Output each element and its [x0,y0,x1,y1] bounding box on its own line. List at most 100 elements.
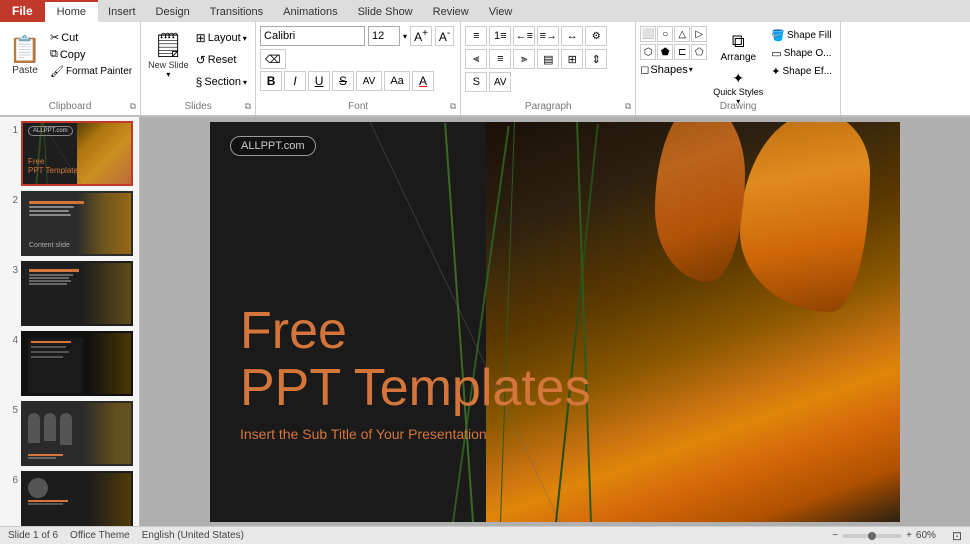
shape-thumb-4[interactable]: ▷ [691,26,707,42]
zoom-out-icon[interactable]: − [832,530,838,541]
tab-transitions[interactable]: Transitions [200,2,273,22]
font-size-input[interactable] [368,26,400,46]
slide-number-6: 6 [4,471,18,486]
text-shadow-button[interactable]: S [465,72,487,92]
decrease-font-size-button[interactable]: A- [435,26,454,46]
shape-thumb-6[interactable]: ⬟ [657,44,673,60]
slide-subtitle: Insert the Sub Title of Your Presentatio… [240,426,591,442]
slides-expand-icon[interactable]: ⧉ [245,101,251,112]
text-direction-button[interactable]: ↔ [561,26,583,46]
zoom-slider[interactable] [842,534,902,538]
tab-slideshow[interactable]: Slide Show [348,2,423,22]
theme-info: Office Theme [70,530,130,541]
copy-icon: ⧉ [50,48,58,61]
font-color-button[interactable]: A [412,71,434,91]
char-spacing-btn2[interactable]: AV [489,72,511,92]
line-spacing-button[interactable]: ⇕ [585,49,607,69]
italic-button[interactable]: I [284,71,306,91]
align-left-button[interactable]: ⫷ [465,49,487,69]
column-button[interactable]: ⊞ [561,49,583,69]
shapes-label-btn[interactable]: ◻ Shapes ▾ [640,63,692,76]
shape-outline-icon: ▭ [771,47,781,60]
align-center-button[interactable]: ≡ [489,49,511,69]
paste-icon: 📋 [9,34,41,65]
status-bar: Slide 1 of 6 Office Theme English (Unite… [0,526,970,544]
slide-thumbnail-5[interactable]: 5 [0,401,139,466]
slide-thumbnail-4[interactable]: 4 [0,331,139,396]
cut-button[interactable]: ✂ Cut [48,30,134,45]
shape-thumb-3[interactable]: △ [674,26,690,42]
font-group-label: Font [256,101,460,112]
allppt-badge: ALLPPT.com [230,136,316,156]
paste-button[interactable]: 📋 Paste [4,26,46,84]
format-painter-icon: 🖌 [50,65,64,78]
zoom-in-icon[interactable]: + [906,530,912,541]
main-slide[interactable]: ALLPPT.com Free PPT Templates Insert the… [210,122,900,522]
reset-button[interactable]: ↺ Reset [194,50,249,70]
slide-number-4: 4 [4,331,18,346]
tab-review[interactable]: Review [423,2,479,22]
zoom-controls[interactable]: − + 60% [832,530,936,541]
font-expand-icon[interactable]: ⧉ [450,101,456,112]
clear-format-button[interactable]: ⌫ [260,49,286,69]
increase-indent-button[interactable]: ≡→ [537,26,559,46]
paragraph-expand-icon[interactable]: ⧉ [625,101,631,112]
convert-to-smartart-button[interactable]: ⚙ [585,26,607,46]
quick-styles-icon: ✦ [732,70,744,87]
bullets-button[interactable]: ≡ [465,26,487,46]
slide-thumbnail-1[interactable]: 1 ALLPPT.com FreePPT Templates [0,121,139,186]
paste-label: Paste [12,65,38,76]
shape-thumb-5[interactable]: ⬡ [640,44,656,60]
tab-animations[interactable]: Animations [273,2,347,22]
drawing-group: ⬜ ○ △ ▷ ⬡ ⬟ ⊏ ⬠ ◻ Shapes ▾ [636,22,841,115]
section-icon: § [196,75,203,89]
reset-icon: ↺ [196,53,206,67]
font-name-input[interactable] [260,26,365,46]
tab-insert[interactable]: Insert [98,2,146,22]
slides-group-label: Slides [141,101,255,112]
slide-number-3: 3 [4,261,18,276]
zoom-level: 60% [916,530,936,541]
clipboard-expand-icon[interactable]: ⧉ [130,101,136,112]
new-slide-icon: 🗒 [153,31,183,60]
tab-design[interactable]: Design [146,2,200,22]
char-spacing-button[interactable]: AV [356,71,382,91]
paragraph-group-label: Paragraph [461,101,635,112]
copy-button[interactable]: ⧉ Copy [48,47,134,62]
layout-button[interactable]: ⊞ Layout▾ [194,28,249,48]
shape-outline-button[interactable]: ▭ Shape O... [769,46,834,61]
numbering-button[interactable]: 1≡ [489,26,511,46]
shape-fill-icon: 🪣 [771,29,785,42]
slide-number-5: 5 [4,401,18,416]
strikethrough-button[interactable]: S [332,71,354,91]
arrange-button[interactable]: ⧉ Arrange [709,28,767,66]
shape-thumb-8[interactable]: ⬠ [691,44,707,60]
shape-thumb-1[interactable]: ⬜ [640,26,656,42]
shape-effects-button[interactable]: ✦ Shape Ef... [769,64,834,79]
format-painter-button[interactable]: 🖌 Format Painter [48,64,134,79]
shape-thumb-2[interactable]: ○ [657,26,673,42]
bold-button[interactable]: B [260,71,282,91]
slide-title-area[interactable]: Free PPT Templates Insert the Sub Title … [240,303,591,441]
change-case-button[interactable]: Aa [384,71,410,91]
shape-thumb-7[interactable]: ⊏ [674,44,690,60]
slide-thumbnail-2[interactable]: 2 Content slide [0,191,139,256]
justify-button[interactable]: ▤ [537,49,559,69]
file-tab[interactable]: File [0,0,45,22]
tab-home[interactable]: Home [45,0,98,22]
new-slide-button[interactable]: 🗒 New Slide ▾ [145,26,192,84]
fit-slide-button[interactable]: ⊡ [952,529,962,543]
align-right-button[interactable]: ⫸ [513,49,535,69]
cut-icon: ✂ [50,31,59,44]
increase-font-size-button[interactable]: A+ [410,26,432,46]
slide-thumbnail-3[interactable]: 3 [0,261,139,326]
section-button[interactable]: § Section▾ [194,72,249,92]
slide-title-line1: Free [240,303,591,360]
tab-view[interactable]: View [479,2,523,22]
decrease-indent-button[interactable]: ←≡ [513,26,535,46]
slide-number-1: 1 [4,121,18,136]
slide-number-2: 2 [4,191,18,206]
slide-thumbnail-6[interactable]: 6 [0,471,139,526]
shape-fill-button[interactable]: 🪣 Shape Fill [769,28,834,43]
underline-button[interactable]: U [308,71,330,91]
